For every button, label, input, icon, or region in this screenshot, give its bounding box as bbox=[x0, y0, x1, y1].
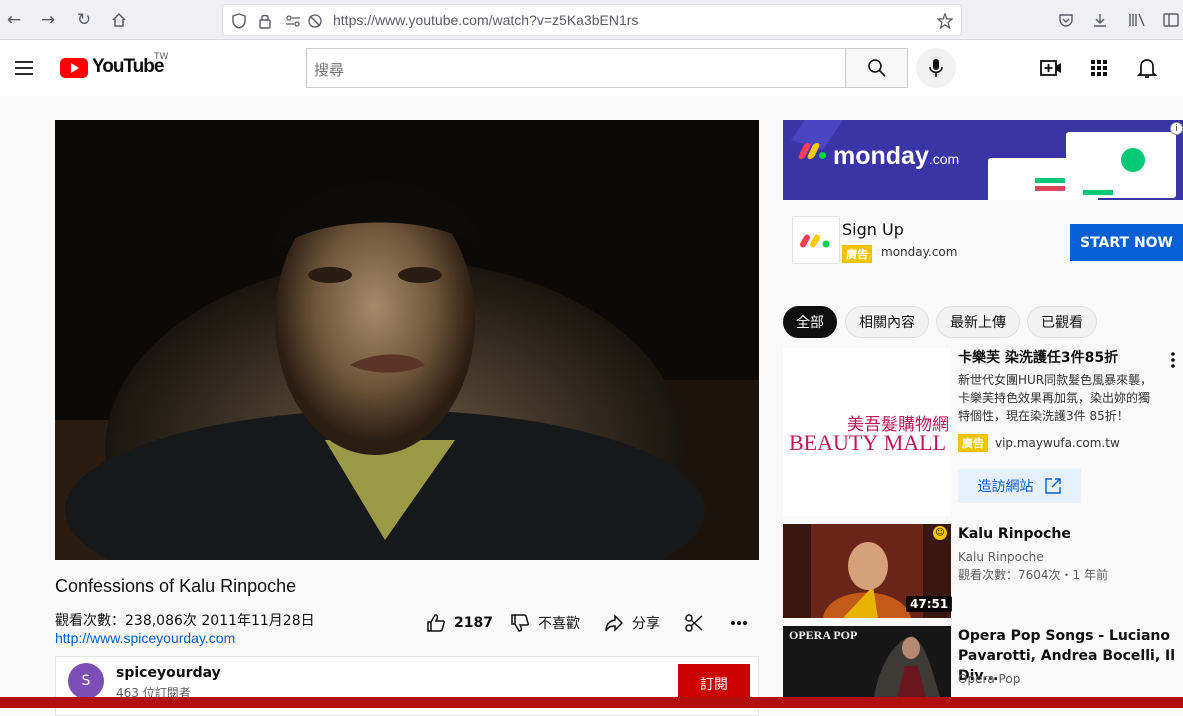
ad-logo[interactable] bbox=[792, 216, 840, 264]
dislike-label: 不喜歡 bbox=[538, 616, 580, 632]
menu-icon[interactable] bbox=[12, 56, 36, 80]
bookmark-star-icon[interactable] bbox=[935, 11, 955, 31]
ad-item-thumbnail[interactable]: 美吾髮購物網 BEAUTY MALL bbox=[783, 348, 951, 516]
monday-logo-icon bbox=[797, 143, 826, 159]
opera-pop-thumb-text: OPERA POP bbox=[789, 628, 858, 642]
forward-icon[interactable]: → bbox=[36, 8, 60, 32]
os-taskbar bbox=[0, 697, 1183, 708]
ad-info-icon[interactable]: i bbox=[1170, 122, 1183, 135]
beauty-mall-en-word2: MALL bbox=[883, 430, 947, 455]
back-icon[interactable]: ← bbox=[2, 8, 26, 32]
share-button[interactable]: 分享 bbox=[604, 612, 660, 634]
ad-title[interactable]: Sign Up bbox=[842, 220, 904, 239]
video-player[interactable] bbox=[55, 120, 759, 560]
ad-domain: monday.com bbox=[881, 245, 958, 259]
notifications-bell-icon[interactable] bbox=[1135, 56, 1159, 80]
mic-icon bbox=[929, 59, 943, 77]
share-icon bbox=[605, 614, 624, 632]
search-button[interactable] bbox=[845, 48, 908, 88]
permissions-icon[interactable] bbox=[283, 11, 303, 31]
video-thumbnail-opera[interactable]: OPERA POP bbox=[783, 626, 951, 706]
upload-date: 2011年11月28日 bbox=[201, 613, 315, 629]
more-vertical-icon[interactable] bbox=[1164, 350, 1182, 370]
chip-watched[interactable]: 已觀看 bbox=[1027, 306, 1097, 338]
visit-site-button[interactable]: 造訪網站 bbox=[958, 469, 1081, 503]
start-now-button[interactable]: START NOW bbox=[1070, 224, 1183, 261]
shield-icon[interactable] bbox=[229, 11, 249, 31]
video-channel-kalu[interactable]: Kalu Rinpoche bbox=[958, 548, 1044, 566]
scissors-icon bbox=[685, 614, 703, 632]
beauty-mall-en-word1: BEAUTY bbox=[789, 430, 879, 455]
search-icon bbox=[867, 59, 886, 77]
apps-grid-icon[interactable] bbox=[1087, 56, 1111, 80]
channel-name[interactable]: spiceyourday bbox=[116, 665, 221, 681]
ad-item-badge: 廣告 bbox=[958, 434, 988, 452]
more-actions-button[interactable] bbox=[730, 612, 748, 634]
ad-item-desc-2: 卡樂芙持色效果再加氛，染出妳的獨 bbox=[958, 391, 1151, 405]
more-horizontal-icon bbox=[731, 621, 747, 625]
ad-item-desc-1: 新世代女團HUR同款髮色風暴來襲， bbox=[958, 373, 1153, 387]
ad-item-title[interactable]: 卡樂芙 染洗護任3件85折 bbox=[958, 348, 1118, 368]
video-duration: 47:51 bbox=[906, 596, 953, 612]
description-link[interactable]: http://www.spiceyourday.com bbox=[55, 630, 235, 646]
video-stats: 觀看次數：238,086次 2011年11月28日 bbox=[55, 610, 315, 630]
search-placeholder: 搜尋 bbox=[314, 61, 345, 79]
ad-badge: 廣告 bbox=[842, 245, 872, 263]
lock-icon[interactable] bbox=[255, 11, 275, 31]
chip-related[interactable]: 相關內容 bbox=[845, 306, 929, 338]
tracking-protection-icon[interactable] bbox=[305, 11, 325, 31]
youtube-logo-icon[interactable] bbox=[60, 58, 88, 78]
share-label: 分享 bbox=[632, 616, 660, 632]
search-input[interactable] bbox=[306, 48, 846, 88]
view-count: 觀看次數：238,086次 bbox=[55, 613, 197, 629]
visit-site-label: 造訪網站 bbox=[977, 479, 1034, 495]
emoji-badge-icon: ☺ bbox=[933, 526, 947, 540]
ad-item-domain: vip.maywufa.com.tw bbox=[995, 436, 1120, 450]
monday-banner-brand: monday.com bbox=[833, 142, 959, 171]
home-icon[interactable] bbox=[107, 8, 131, 32]
like-count: 2187 bbox=[454, 615, 493, 631]
monday-logo-icon bbox=[800, 234, 830, 248]
url-text: https://www.youtube.com/watch?v=z5Ka3bEN… bbox=[333, 12, 639, 28]
chip-all[interactable]: 全部 bbox=[783, 306, 837, 338]
thumbs-down-icon bbox=[511, 614, 529, 632]
dislike-button[interactable]: 不喜歡 bbox=[510, 612, 580, 634]
ad-item-desc-3: 特個性，現在染洗護3件 85折！ bbox=[958, 409, 1129, 423]
clip-button[interactable] bbox=[684, 612, 704, 634]
video-frame-image bbox=[55, 120, 759, 560]
video-channel-opera[interactable]: Opera Pop bbox=[958, 670, 1020, 688]
monday-brand-suffix: .com bbox=[928, 151, 960, 167]
video-title-kalu[interactable]: Kalu Rinpoche bbox=[958, 524, 1071, 544]
sidebar-icon[interactable] bbox=[1159, 8, 1183, 32]
channel-avatar[interactable]: S bbox=[68, 663, 104, 699]
like-button[interactable]: 2187 bbox=[426, 612, 493, 634]
address-bar[interactable]: https://www.youtube.com/watch?v=z5Ka3bEN… bbox=[222, 4, 962, 36]
ad-banner[interactable]: monday.com bbox=[783, 120, 1183, 200]
reload-icon[interactable]: ↻ bbox=[72, 8, 96, 32]
chip-recent[interactable]: 最新上傳 bbox=[936, 306, 1020, 338]
pocket-icon[interactable] bbox=[1054, 8, 1078, 32]
library-icon[interactable] bbox=[1125, 8, 1149, 32]
external-link-icon bbox=[1044, 478, 1061, 494]
create-video-icon[interactable] bbox=[1039, 56, 1063, 80]
browser-toolbar: ← → ↻ https://www.youtube.com/watch?v=z5… bbox=[0, 0, 1183, 40]
video-meta-kalu: 觀看次數：7604次・1 年前 bbox=[958, 568, 1108, 582]
beauty-mall-en-text: BEAUTY MALL bbox=[789, 430, 946, 456]
video-title: Confessions of Kalu Rinpoche bbox=[55, 576, 297, 596]
monday-brand-name: monday bbox=[833, 142, 929, 170]
video-title-opera-line1[interactable]: Opera Pop Songs - Luciano bbox=[958, 626, 1170, 646]
downloads-icon[interactable] bbox=[1088, 8, 1112, 32]
voice-search-button[interactable] bbox=[916, 48, 956, 88]
thumbs-up-icon bbox=[427, 614, 445, 632]
youtube-logo-text[interactable]: YouTube bbox=[92, 56, 164, 78]
region-code: TW bbox=[154, 52, 169, 62]
